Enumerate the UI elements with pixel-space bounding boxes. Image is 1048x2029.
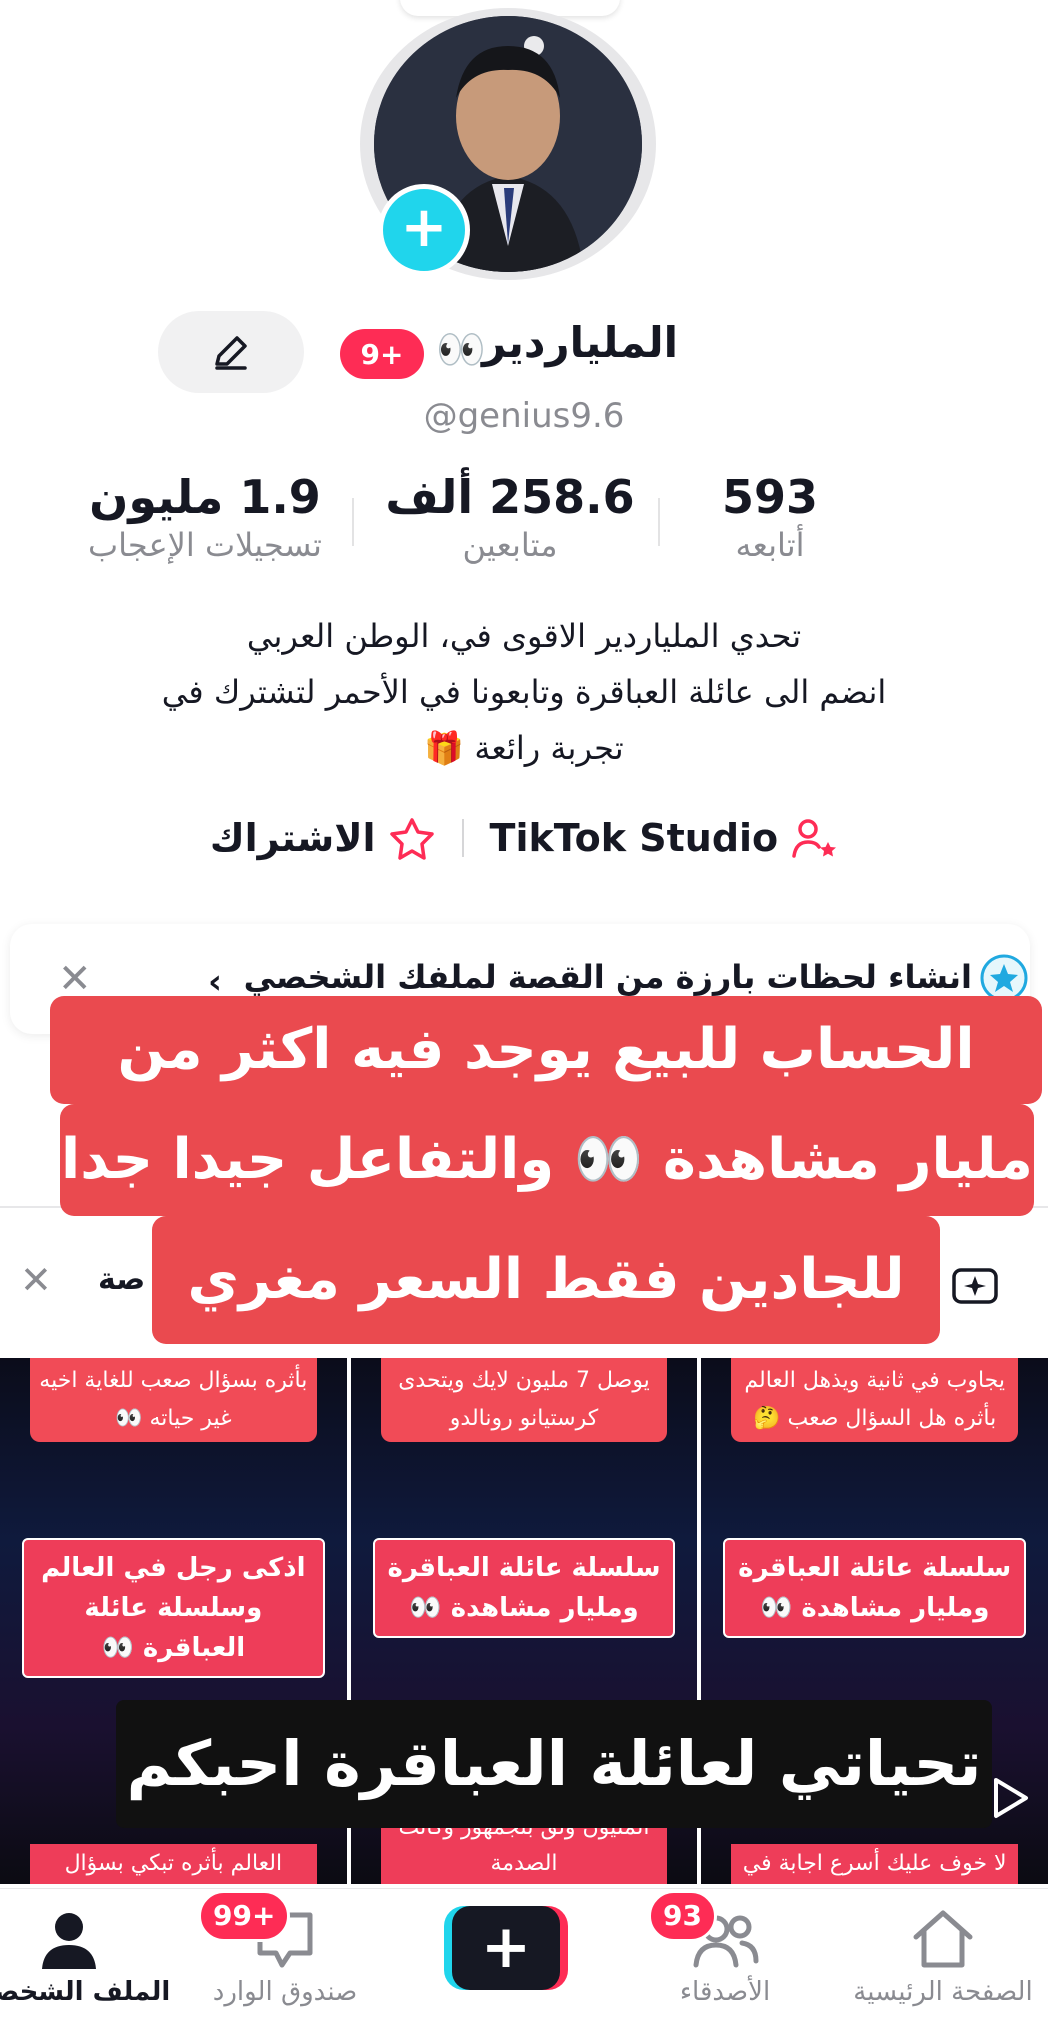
- tiktok-studio-label: TikTok Studio: [489, 816, 779, 860]
- nav-home[interactable]: الصفحة الرئيسية: [838, 1889, 1048, 2007]
- profile-links: الاشتراك TikTok Studio: [0, 816, 1048, 860]
- followers-stat[interactable]: 258.6 ألف متابعين: [380, 470, 640, 564]
- subscribe-label: الاشتراك: [209, 816, 376, 860]
- greeting-banner: تحياتي لعائلة العباقرة احبكم: [116, 1700, 992, 1828]
- video-caption-title: سلسلة عائلة العباقرة ومليار مشاهدة 👀: [723, 1538, 1027, 1638]
- subscribe-link[interactable]: الاشتراك: [210, 816, 436, 860]
- eyes-emoji: 👀: [436, 327, 486, 373]
- subscribe-star-icon: [389, 818, 434, 860]
- sale-overlay-line: مليار مشاهدة 👀 والتفاعل جيدا جدا: [60, 1104, 1034, 1216]
- following-label: أتابعه: [735, 526, 805, 564]
- followers-count: 258.6 ألف: [385, 470, 635, 524]
- video-caption-top: يجاوب في ثانية ويذهل العالم بأثره هل الس…: [731, 1358, 1019, 1442]
- edit-profile-button[interactable]: [158, 311, 304, 393]
- story-highlight-text[interactable]: انشاء لحظات بارزة من القصة لملفك الشخصي: [244, 958, 972, 996]
- profile-icon: [0, 1889, 174, 1971]
- close-icon[interactable]: ✕: [20, 1258, 52, 1302]
- nav-inbox-label: صندوق الوارد: [212, 1977, 358, 2007]
- bio: تحدي الملياردير الاقوى في، الوطن العربي …: [60, 608, 988, 776]
- stat-divider: [658, 498, 660, 546]
- nav-home-label: الصفحة الرئيسية: [853, 1977, 1033, 2007]
- followers-label: متابعين: [462, 526, 558, 564]
- nav-friends-label: الأصدقاء: [679, 1977, 771, 2007]
- create-post-button[interactable]: +: [444, 1906, 568, 1990]
- nav-profile[interactable]: الملف الشخصي: [0, 1889, 174, 2007]
- notification-badge[interactable]: 9+: [340, 329, 424, 379]
- sparkle-camera-icon[interactable]: [950, 1258, 1000, 1312]
- video-caption-top: يوصل 7 مليون لايك ويتحدى كرستيانو رونالد…: [380, 1358, 668, 1442]
- tiktok-studio-link[interactable]: TikTok Studio: [490, 816, 839, 860]
- video-caption-bottom: العالم بأثره تبكي بسؤال: [30, 1844, 317, 1884]
- likes-count: 1.9 مليون: [89, 470, 321, 524]
- add-story-button[interactable]: +: [378, 184, 470, 276]
- sale-overlay-line: للجادين فقط السعر مغري 🩵: [152, 1216, 940, 1440]
- nav-profile-label: الملف الشخصي: [0, 1977, 171, 2007]
- likes-label: تسجيلات الإعجاب: [88, 526, 322, 564]
- home-icon: [838, 1889, 1048, 1971]
- pencil-icon: [215, 336, 247, 370]
- inbox-badge: 99+: [198, 1890, 291, 1942]
- friends-badge: 93: [648, 1890, 717, 1942]
- sale-overlay-text: مليار مشاهدة 👀 والتفاعل جيدا جدا: [61, 1127, 1033, 1192]
- following-count: 593: [721, 470, 819, 524]
- video-caption-title: اذكى رجل في العالم وسلسلة عائلة العباقرة…: [22, 1538, 325, 1678]
- links-divider: [461, 819, 464, 857]
- likes-stat[interactable]: 1.9 مليون تسجيلات الإعجاب: [60, 470, 350, 564]
- play-icon[interactable]: [990, 1776, 1030, 1824]
- video-caption-bottom: لا خوف عليك أسرع اجابة في: [731, 1844, 1019, 1884]
- video-caption-title: سلسلة عائلة العباقرة ومليار مشاهدة 👀: [372, 1538, 676, 1638]
- plus-icon: +: [452, 1906, 560, 1990]
- sale-overlay-line: الحساب للبيع يوجد فيه اكثر من نصف: [50, 996, 1042, 1190]
- bio-line: تجربة رائعة 🎁: [424, 729, 624, 767]
- bio-line: انضم الى عائلة العباقرة وتابعونا في الأح…: [161, 673, 887, 711]
- video-caption-top: بأثره بسؤال صعب للغاية اخيه غير حياته 👀: [30, 1358, 317, 1442]
- stat-divider: [352, 498, 354, 546]
- following-stat[interactable]: 593 أتابعه: [640, 470, 900, 564]
- studio-user-star-icon: [792, 819, 837, 858]
- bio-line: تحدي الملياردير الاقوى في، الوطن العربي: [246, 617, 802, 655]
- profile-name: الملياردير: [481, 318, 678, 367]
- profile-handle: @genius9.6: [423, 396, 625, 436]
